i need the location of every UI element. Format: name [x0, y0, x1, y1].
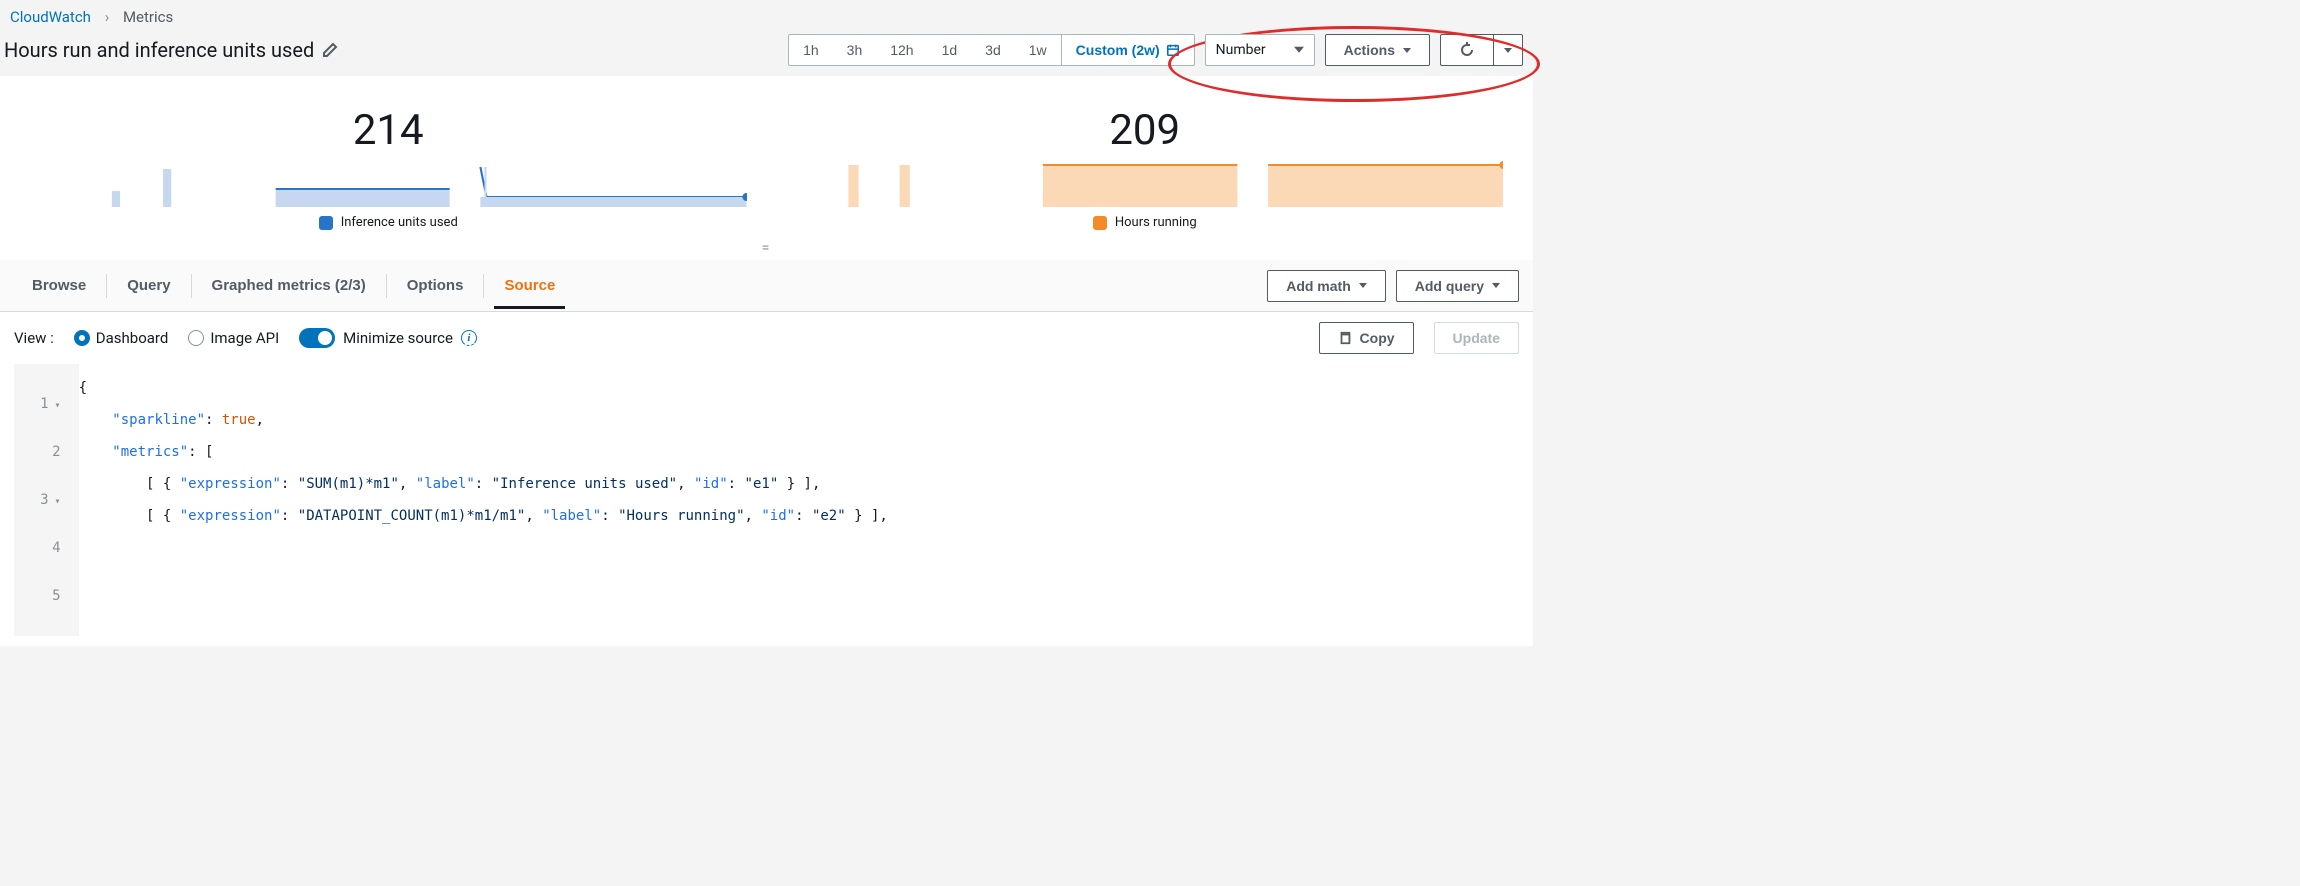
time-range-group: 1h 3h 12h 1d 3d 1w Custom (2w): [788, 34, 1195, 66]
time-range-1d[interactable]: 1d: [928, 35, 972, 65]
refresh-dropdown-button[interactable]: [1493, 34, 1523, 66]
sparkline-hours: [787, 161, 1504, 207]
legend-swatch-left: [319, 216, 333, 230]
divider: [386, 274, 387, 298]
radio-icon: [188, 330, 204, 346]
view-type-value: Number: [1216, 42, 1266, 58]
add-query-label: Add query: [1415, 278, 1484, 294]
breadcrumb: CloudWatch › Metrics: [0, 0, 1533, 30]
resize-handle[interactable]: =: [0, 240, 1533, 260]
add-math-button[interactable]: Add math: [1267, 270, 1386, 302]
code-gutter: 1 2 3 4 5: [14, 364, 79, 636]
radio-image-api-label: Image API: [210, 329, 279, 347]
view-label: View :: [14, 329, 54, 347]
add-query-button[interactable]: Add query: [1396, 270, 1519, 302]
page-title-text: Hours run and inference units used: [4, 38, 314, 62]
time-range-custom-label: Custom (2w): [1076, 42, 1160, 58]
refresh-icon: [1459, 42, 1475, 58]
info-icon[interactable]: i: [461, 330, 477, 346]
metric-value-left: 214: [353, 106, 424, 155]
legend-label-right: Hours running: [1115, 215, 1197, 230]
update-label: Update: [1453, 330, 1500, 346]
legend-label-left: Inference units used: [341, 215, 458, 230]
radio-image-api[interactable]: Image API: [188, 329, 279, 347]
sparkline-inference: [30, 161, 747, 207]
time-range-3d[interactable]: 3d: [971, 35, 1015, 65]
toggle-minimize-label: Minimize source: [343, 329, 453, 347]
divider: [106, 274, 107, 298]
copy-label: Copy: [1360, 330, 1395, 346]
code-body[interactable]: { "sparkline": true, "metrics": [ [ { "e…: [79, 364, 888, 636]
tab-options[interactable]: Options: [389, 263, 482, 308]
time-range-1w[interactable]: 1w: [1015, 35, 1061, 65]
chart-hours-running: 209 Hours running: [787, 106, 1504, 230]
caret-down-icon: [1492, 283, 1500, 292]
view-options-row: View : Dashboard Image API Minimize sour…: [0, 312, 1533, 364]
time-range-3h[interactable]: 3h: [833, 35, 877, 65]
calendar-icon: [1166, 43, 1180, 57]
chart-area: 214 Inference units used 209: [0, 76, 1533, 240]
caret-down-icon: [1359, 283, 1367, 292]
actions-label: Actions: [1344, 42, 1395, 58]
add-math-label: Add math: [1286, 278, 1351, 294]
refresh-button-group: [1440, 34, 1523, 66]
divider: [191, 274, 192, 298]
time-range-12h[interactable]: 12h: [876, 35, 927, 65]
legend-swatch-right: [1093, 216, 1107, 230]
radio-dashboard-label: Dashboard: [96, 329, 169, 347]
tab-graphed-metrics[interactable]: Graphed metrics (2/3): [194, 263, 384, 308]
time-range-1h[interactable]: 1h: [789, 35, 833, 65]
copy-button[interactable]: Copy: [1319, 322, 1414, 354]
page-title: Hours run and inference units used: [4, 38, 338, 62]
metric-value-right: 209: [1109, 106, 1180, 155]
tab-source[interactable]: Source: [486, 263, 573, 308]
legend-left: Inference units used: [319, 215, 458, 230]
chart-inference-units: 214 Inference units used: [30, 106, 747, 230]
view-type-select[interactable]: Number: [1205, 34, 1315, 66]
caret-down-icon: [1504, 48, 1512, 57]
time-range-custom[interactable]: Custom (2w): [1061, 35, 1194, 65]
source-code-editor[interactable]: 1 2 3 4 5 { "sparkline": true, "metrics"…: [0, 364, 1533, 646]
breadcrumb-current: Metrics: [123, 8, 173, 26]
radio-icon: [74, 330, 90, 346]
caret-down-icon: [1403, 48, 1411, 57]
actions-button[interactable]: Actions: [1325, 34, 1430, 66]
chevron-right-icon: ›: [105, 8, 110, 26]
radio-dashboard[interactable]: Dashboard: [74, 329, 169, 347]
legend-right: Hours running: [1093, 215, 1197, 230]
divider: [483, 274, 484, 298]
tabs-row: Browse Query Graphed metrics (2/3) Optio…: [0, 260, 1533, 312]
page-header: Hours run and inference units used 1h 3h…: [0, 30, 1533, 76]
breadcrumb-root-link[interactable]: CloudWatch: [10, 8, 91, 26]
edit-icon[interactable]: [322, 42, 338, 58]
update-button: Update: [1434, 322, 1519, 354]
tab-query[interactable]: Query: [109, 263, 188, 308]
refresh-button[interactable]: [1440, 34, 1493, 66]
copy-icon: [1338, 331, 1352, 345]
toggle-minimize-source[interactable]: [299, 328, 335, 348]
tab-browse[interactable]: Browse: [14, 263, 104, 308]
